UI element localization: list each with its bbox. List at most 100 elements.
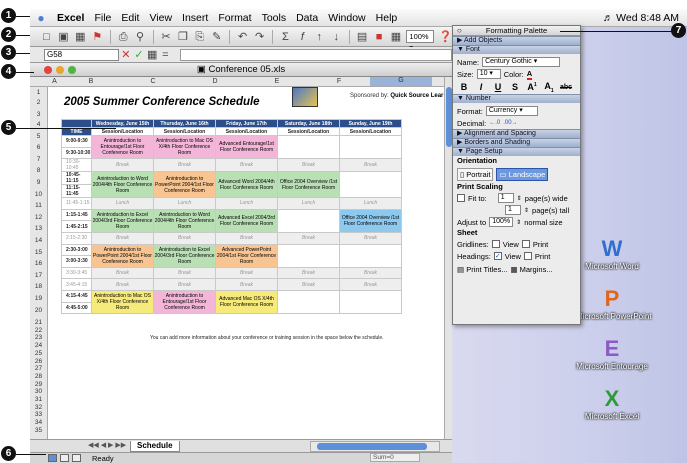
- session-cell[interactable]: [277, 243, 340, 268]
- horizontal-scrollbar[interactable]: [310, 441, 440, 452]
- chart-wizard-icon[interactable]: ▤: [356, 30, 369, 44]
- zoom-select[interactable]: 100% ▾: [406, 30, 435, 52]
- row-header[interactable]: 16: [30, 260, 47, 267]
- footnote-text[interactable]: You can add more information about your …: [150, 335, 384, 341]
- time-cell[interactable]: 2:30-3:00: [61, 243, 92, 257]
- session-cell[interactable]: Break: [153, 158, 216, 173]
- help-icon[interactable]: ❓: [438, 30, 452, 44]
- session-cell[interactable]: Office 2004 Overview /1st Floor Conferen…: [277, 171, 340, 199]
- formula-input[interactable]: [179, 48, 453, 61]
- cancel-icon[interactable]: ✕: [119, 48, 132, 62]
- time-cell[interactable]: 9:30-10:30: [61, 146, 92, 160]
- session-cell[interactable]: Break: [153, 266, 216, 280]
- row-header[interactable]: 29: [30, 381, 47, 388]
- session-cell[interactable]: Anintroduction to Mac OS X/4th Floor Con…: [91, 289, 154, 315]
- cut-icon[interactable]: ✂: [159, 30, 172, 44]
- margins-button[interactable]: ▦ Margins...: [510, 265, 552, 274]
- sort-ascending-icon[interactable]: ↑: [313, 30, 326, 44]
- row-header[interactable]: 5: [30, 133, 47, 140]
- undo-icon[interactable]: ↶: [236, 30, 249, 44]
- row-header[interactable]: 30: [30, 388, 47, 395]
- portrait-button[interactable]: ▯ Portrait: [457, 167, 494, 181]
- session-cell[interactable]: Anintroduction to Word 2004/4th Floor Co…: [91, 171, 154, 199]
- italic-button[interactable]: I: [474, 82, 488, 92]
- copy-icon[interactable]: ❐: [176, 30, 189, 44]
- name-box[interactable]: G58: [44, 48, 120, 61]
- time-cell[interactable]: 4:15-4:45: [61, 289, 92, 303]
- session-header-cell[interactable]: Session/Location: [277, 127, 340, 136]
- clipart-image[interactable]: [292, 87, 318, 107]
- menu-help[interactable]: Help: [371, 12, 403, 24]
- print-icon[interactable]: ⎙: [117, 30, 130, 44]
- row-header[interactable]: 4: [30, 121, 47, 128]
- menu-tools[interactable]: Tools: [257, 12, 292, 24]
- row-header[interactable]: 35: [30, 427, 47, 434]
- time-cell[interactable]: 11:15-11:45: [61, 184, 92, 199]
- menu-insert[interactable]: Insert: [177, 12, 213, 24]
- session-cell[interactable]: Break: [339, 266, 402, 280]
- day-header-cell[interactable]: Sunday, June 19th: [339, 119, 402, 128]
- session-cell[interactable]: Anintroduction to Entourage/1st Floor Co…: [153, 289, 216, 315]
- bold-button[interactable]: B: [457, 82, 471, 92]
- row-header[interactable]: 25: [30, 350, 47, 357]
- menu-window[interactable]: Window: [323, 12, 370, 24]
- row-header[interactable]: 10: [30, 191, 47, 198]
- row-header[interactable]: 19: [30, 295, 47, 302]
- session-cell[interactable]: Lunch: [277, 197, 340, 210]
- row-header[interactable]: 22: [30, 327, 47, 334]
- session-cell[interactable]: Break: [215, 158, 278, 173]
- session-cell[interactable]: Anintroduction to Word 2004/4th Floor Co…: [153, 208, 216, 233]
- desktop-icon-word[interactable]: W Microsoft Word: [576, 236, 648, 271]
- function-icon[interactable]: f: [296, 30, 309, 44]
- section-page-setup[interactable]: ▼ Page Setup: [453, 147, 580, 156]
- row-header[interactable]: 33: [30, 411, 47, 418]
- session-cell[interactable]: Advanced PowerPoint 2004/1st Floor Confe…: [215, 243, 278, 268]
- time-cell[interactable]: 10:30-10:45: [61, 158, 92, 173]
- vertical-scrollbar[interactable]: [444, 77, 452, 439]
- session-cell[interactable]: Break: [277, 158, 340, 173]
- worksheet[interactable]: ABCDEFG 1 2 3 4 5 6 7 8 9 10 11 12 13 14 15 16 17 18 19 20 2…: [30, 77, 444, 439]
- font-size-select[interactable]: 10 ▾: [476, 69, 501, 79]
- session-cell[interactable]: Lunch: [215, 197, 278, 210]
- session-cell[interactable]: Anintroduction to Mac OS X/4th Floor Con…: [153, 134, 216, 160]
- row-header[interactable]: 34: [30, 419, 47, 426]
- row-header[interactable]: 1: [30, 89, 47, 96]
- session-cell[interactable]: Break: [277, 231, 340, 245]
- autosum-icon[interactable]: Σ: [279, 30, 292, 44]
- subscript-button[interactable]: A1: [542, 81, 556, 94]
- schedule-table[interactable]: Wednesday, June 15th Thursday, June 16th F…: [61, 119, 402, 315]
- row-header[interactable]: 17: [30, 272, 47, 279]
- menu-edit[interactable]: Edit: [116, 12, 144, 24]
- session-cell[interactable]: [339, 171, 402, 199]
- day-header-cell[interactable]: Saturday, June 18th: [277, 119, 340, 128]
- underline-button[interactable]: U: [491, 82, 505, 92]
- row-header[interactable]: 21: [30, 319, 47, 326]
- session-cell[interactable]: Break: [153, 231, 216, 245]
- palette-close-icon[interactable]: ○: [457, 26, 462, 36]
- session-cell[interactable]: [277, 289, 340, 315]
- row-header[interactable]: 31: [30, 396, 47, 403]
- equals-icon[interactable]: =: [159, 48, 172, 62]
- row-header[interactable]: 13: [30, 225, 47, 232]
- redo-icon[interactable]: ↷: [253, 30, 266, 44]
- column-header[interactable]: D: [184, 78, 246, 85]
- session-cell[interactable]: Office 2004 Overview /1st Floor Conferen…: [339, 208, 402, 233]
- menu-clock[interactable]: ♬ Wed 8:48 AM: [603, 12, 679, 24]
- session-cell[interactable]: Break: [215, 231, 278, 245]
- increase-decimal-icon[interactable]: ←.0: [489, 120, 500, 126]
- session-cell[interactable]: [339, 243, 402, 268]
- session-cell[interactable]: Anintroduction to Excel 2004/3rd Floor C…: [153, 243, 216, 268]
- row-header[interactable]: 23: [30, 334, 47, 341]
- session-cell[interactable]: Break: [277, 278, 340, 291]
- section-font[interactable]: ▼ Font: [453, 45, 580, 54]
- menu-format[interactable]: Format: [213, 12, 256, 24]
- session-cell[interactable]: Break: [277, 266, 340, 280]
- headings-print-checkbox[interactable]: [523, 252, 532, 260]
- row-header[interactable]: 20: [30, 307, 47, 314]
- fit-to-checkbox[interactable]: [457, 194, 465, 202]
- session-cell[interactable]: Advanced Entourage/1st Floor Conference …: [215, 134, 278, 160]
- row-header[interactable]: 11: [30, 202, 47, 209]
- session-cell[interactable]: Lunch: [339, 197, 402, 210]
- session-cell[interactable]: [277, 208, 340, 233]
- session-cell[interactable]: [339, 289, 402, 315]
